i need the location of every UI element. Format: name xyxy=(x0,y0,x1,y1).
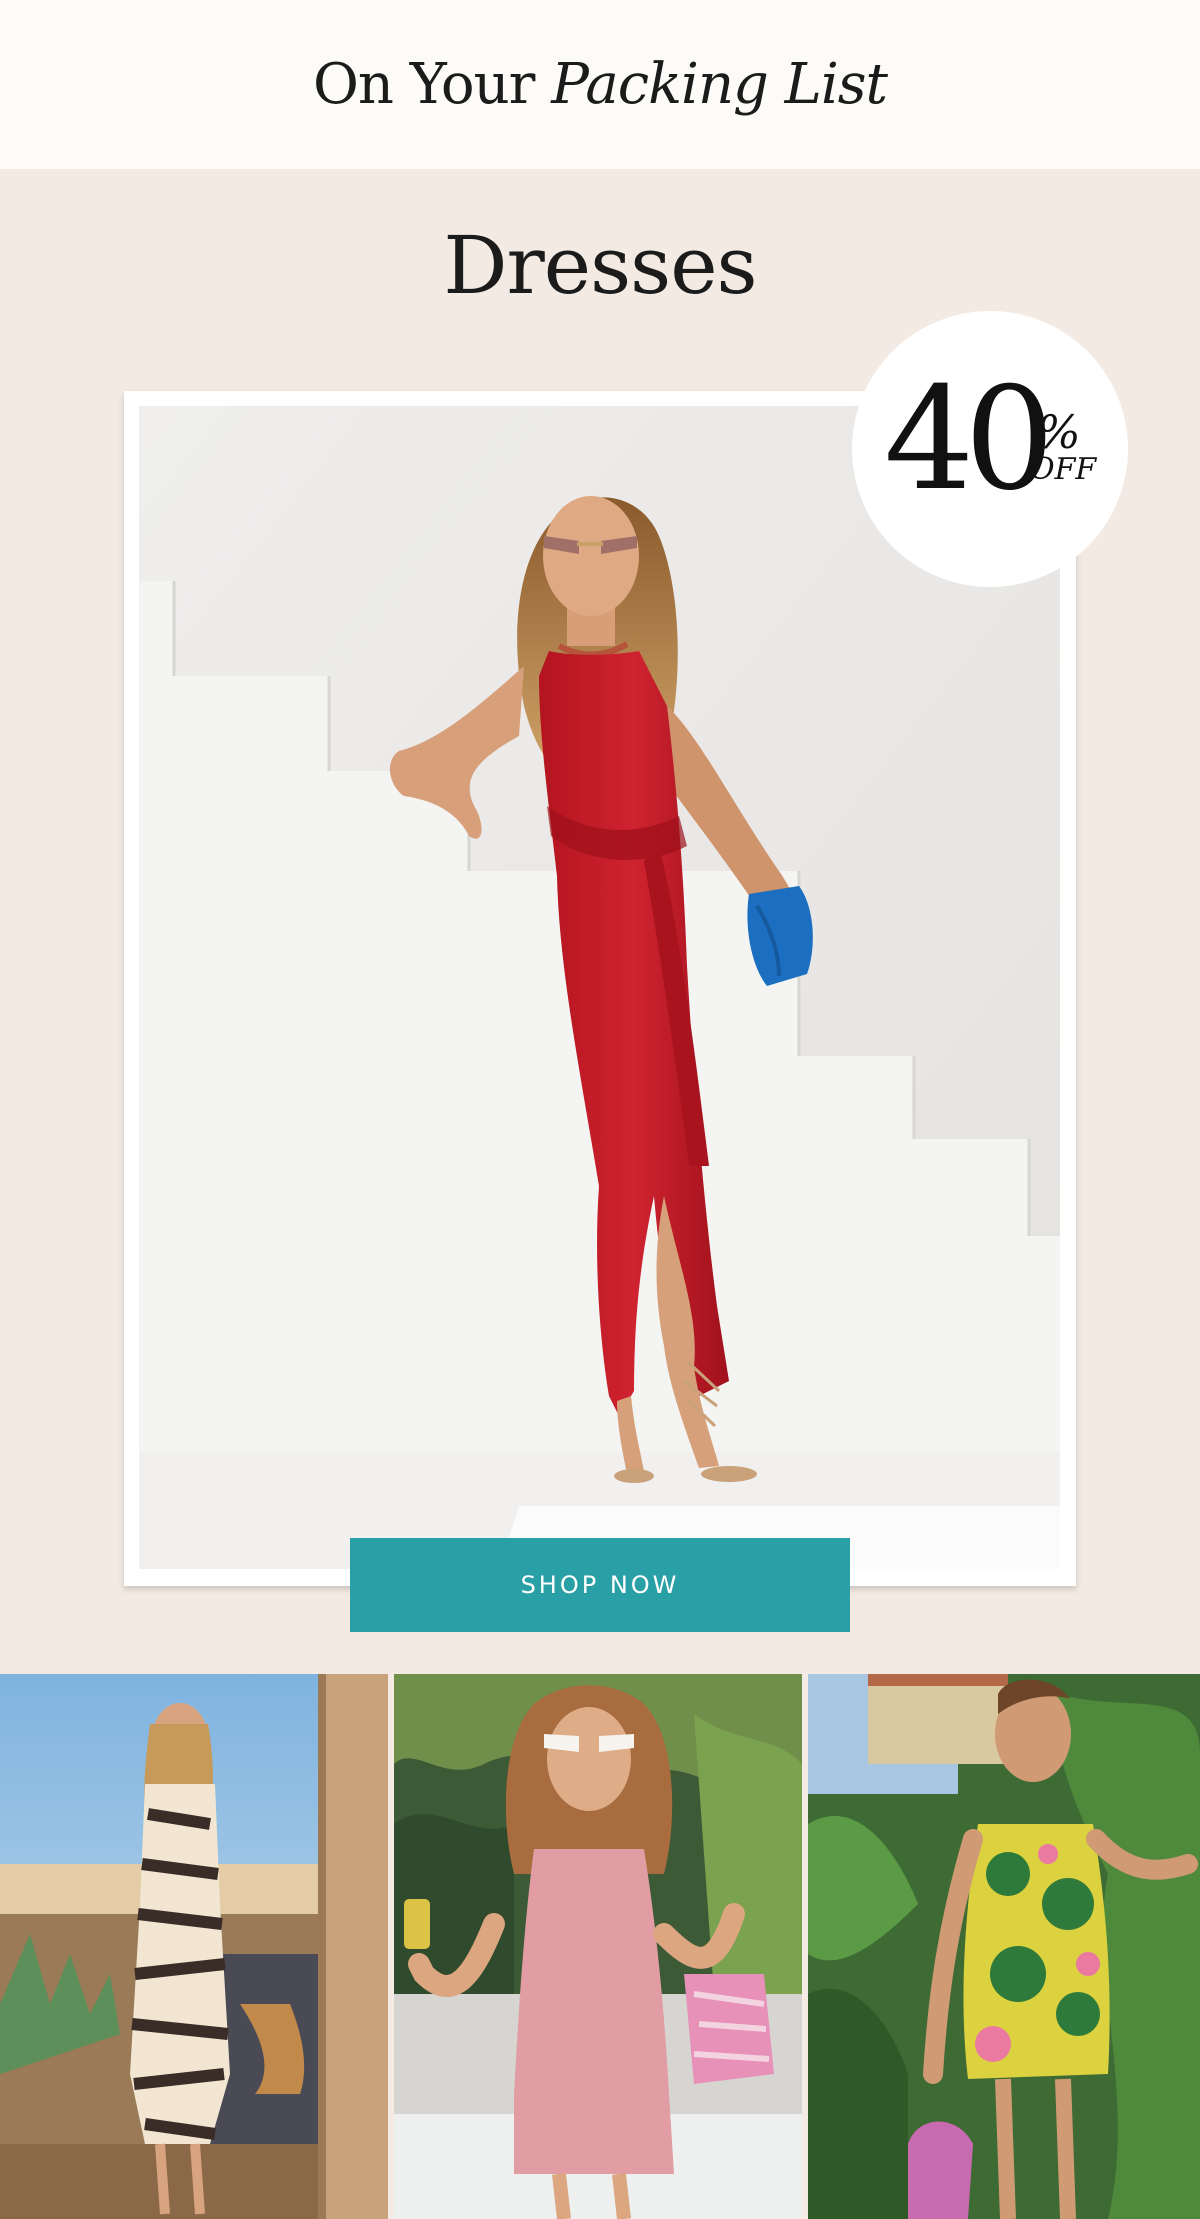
title-italic: Packing List xyxy=(551,52,888,117)
header: On Your Packing List xyxy=(0,0,1200,169)
discount-number: 40 xyxy=(884,357,1055,522)
hero-section: Dresses 40 % OFF SHOP NOW xyxy=(0,169,1200,1674)
discount-badge: 40 % OFF xyxy=(852,311,1128,587)
hero-photo[interactable] xyxy=(139,406,1060,1569)
tropical-print-dress-photo-icon xyxy=(808,1674,1200,2219)
product-gallery xyxy=(0,1674,1200,2219)
gallery-item-zebra-dress[interactable] xyxy=(0,1674,388,2219)
zebra-print-dress-photo-icon xyxy=(0,1674,388,2219)
section-title: Dresses xyxy=(443,219,757,312)
page-title: On Your Packing List xyxy=(312,52,888,117)
pink-dress-photo-icon xyxy=(394,1674,802,2219)
gallery-item-tropical-dress[interactable] xyxy=(808,1674,1200,2219)
shop-now-button[interactable]: SHOP NOW xyxy=(350,1538,850,1632)
title-plain: On Your xyxy=(312,52,552,117)
discount-percent-sign: % xyxy=(1037,405,1081,459)
gallery-item-pink-dress[interactable] xyxy=(394,1674,802,2219)
discount-off-label: OFF xyxy=(1030,452,1097,487)
red-dress-model-photo xyxy=(139,406,1060,1569)
